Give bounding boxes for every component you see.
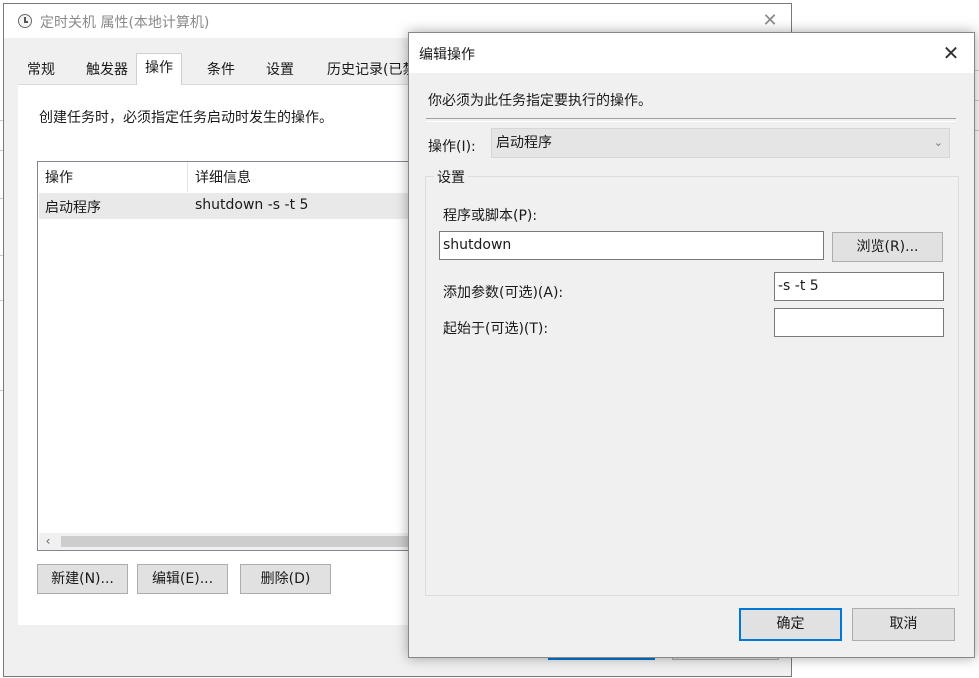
table-row[interactable]: 启动程序 shutdown -s -t 5 <box>39 193 435 219</box>
action-type-value: 启动程序 <box>496 135 552 151</box>
action-type-select[interactable]: 启动程序 ⌄ <box>491 128 950 158</box>
properties-close-button[interactable]: ✕ <box>756 8 784 34</box>
program-label: 程序或脚本(P): <box>443 208 538 224</box>
actions-list[interactable]: 操作 详细信息 启动程序 shutdown -s -t 5 ‹ <box>37 161 437 551</box>
cancel-button[interactable]: 取消 <box>852 608 955 641</box>
scrollbar-thumb[interactable] <box>61 536 433 547</box>
dialog-instruction: 你必须为此任务指定要执行的操作。 <box>428 93 652 109</box>
separator <box>426 118 956 122</box>
tab-actions[interactable]: 操作 <box>136 53 182 85</box>
tab-triggers[interactable]: 触发器 <box>81 57 133 83</box>
tab-history[interactable]: 历史记录(已禁 <box>322 57 421 83</box>
tab-strip: 常规 触发器 操作 条件 设置 历史记录(已禁 <box>22 53 442 85</box>
dialog-title: 编辑操作 <box>419 47 475 63</box>
tab-general[interactable]: 常规 <box>22 57 60 83</box>
action-type-label: 操作(I): <box>428 139 476 155</box>
actions-instruction: 创建任务时，必须指定任务启动时发生的操作。 <box>39 110 333 126</box>
chevron-down-icon: ⌄ <box>933 136 943 149</box>
row-action-cell: 启动程序 <box>45 200 101 216</box>
clock-icon <box>18 14 32 28</box>
column-header-action[interactable]: 操作 <box>45 167 73 187</box>
horizontal-scrollbar[interactable]: ‹ <box>39 533 435 550</box>
delete-button[interactable]: 删除(D) <box>240 564 331 594</box>
browse-button[interactable]: 浏览(R)... <box>832 232 943 262</box>
ok-button[interactable]: 确定 <box>739 608 842 641</box>
properties-window-title: 定时关机 属性(本地计算机) <box>40 15 210 31</box>
arguments-label: 添加参数(可选)(A): <box>443 285 564 301</box>
row-details-cell: shutdown -s -t 5 <box>195 197 309 213</box>
new-button[interactable]: 新建(N)... <box>37 564 128 594</box>
column-header-details[interactable]: 详细信息 <box>195 167 251 187</box>
program-input[interactable]: shutdown <box>439 231 824 260</box>
column-divider[interactable] <box>187 162 188 192</box>
tab-conditions[interactable]: 条件 <box>202 57 240 83</box>
settings-group-title: 设置 <box>434 167 468 187</box>
tab-settings[interactable]: 设置 <box>261 57 299 83</box>
start-in-input[interactable] <box>774 308 944 337</box>
arguments-input[interactable]: -s -t 5 <box>774 272 944 301</box>
start-in-label: 起始于(可选)(T): <box>443 321 549 337</box>
edit-button[interactable]: 编辑(E)... <box>137 564 228 594</box>
close-icon[interactable]: ✕ <box>935 39 967 67</box>
dialog-titlebar: 编辑操作 ✕ <box>409 33 974 73</box>
edit-action-dialog: 编辑操作 ✕ 你必须为此任务指定要执行的操作。 操作(I): 启动程序 ⌄ 设置… <box>408 32 975 658</box>
scroll-left-icon[interactable]: ‹ <box>42 533 54 550</box>
